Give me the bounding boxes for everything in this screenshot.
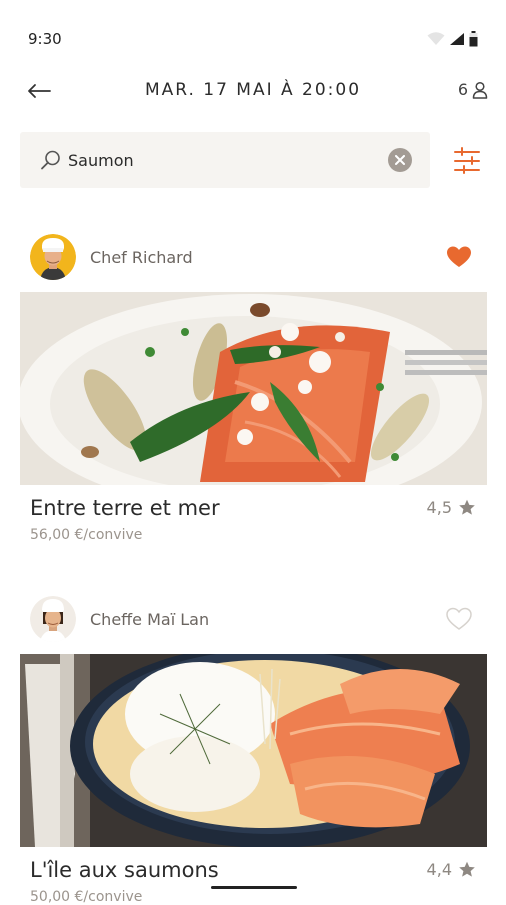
heart-outline-icon	[446, 607, 472, 630]
battery-icon	[469, 31, 478, 47]
filter-button[interactable]	[450, 144, 484, 178]
wifi-icon	[427, 32, 445, 45]
guests-selector[interactable]: 6	[458, 80, 488, 99]
dish-title: Entre terre et mer	[30, 496, 220, 520]
chef-name: Cheffe Maï Lan	[90, 609, 210, 629]
clear-search-button[interactable]	[388, 148, 412, 172]
guests-count: 6	[457, 80, 468, 99]
search-input[interactable]	[68, 146, 378, 174]
top-bar: MAR. 17 MAI À 20:00 6	[0, 66, 506, 116]
rating-value: 4,5	[426, 498, 452, 517]
search-icon	[41, 150, 60, 170]
home-indicator[interactable]	[211, 886, 297, 889]
avatar	[30, 234, 76, 280]
chef-name: Chef Richard	[90, 247, 193, 267]
chef-info[interactable]: Cheffe Maï Lan	[30, 594, 209, 644]
status-icons	[427, 31, 478, 47]
rating: 4,5	[427, 498, 476, 517]
filter-sliders-icon	[454, 147, 480, 174]
star-icon	[459, 499, 475, 515]
page-title[interactable]: MAR. 17 MAI À 20:00	[0, 80, 506, 100]
rating: 4,4	[427, 860, 476, 879]
person-icon	[472, 81, 488, 99]
favorite-button[interactable]	[446, 245, 472, 269]
chef-info[interactable]: Chef Richard	[30, 232, 193, 282]
heart-icon	[447, 246, 471, 267]
dish-photo[interactable]	[20, 292, 487, 485]
rating-value: 4,4	[426, 860, 452, 879]
signal-icon	[450, 33, 464, 45]
clear-icon	[395, 155, 405, 165]
avatar	[30, 596, 76, 642]
dish-price: 50,00 €/convive	[30, 889, 143, 905]
favorite-button[interactable]	[446, 607, 472, 631]
dish-photo[interactable]	[20, 654, 487, 847]
status-time: 9:30	[28, 30, 62, 48]
star-icon	[459, 861, 475, 877]
dish-price: 56,00 €/convive	[30, 527, 143, 543]
search-bar	[20, 132, 430, 188]
dish-title: L'île aux saumons	[30, 858, 219, 882]
